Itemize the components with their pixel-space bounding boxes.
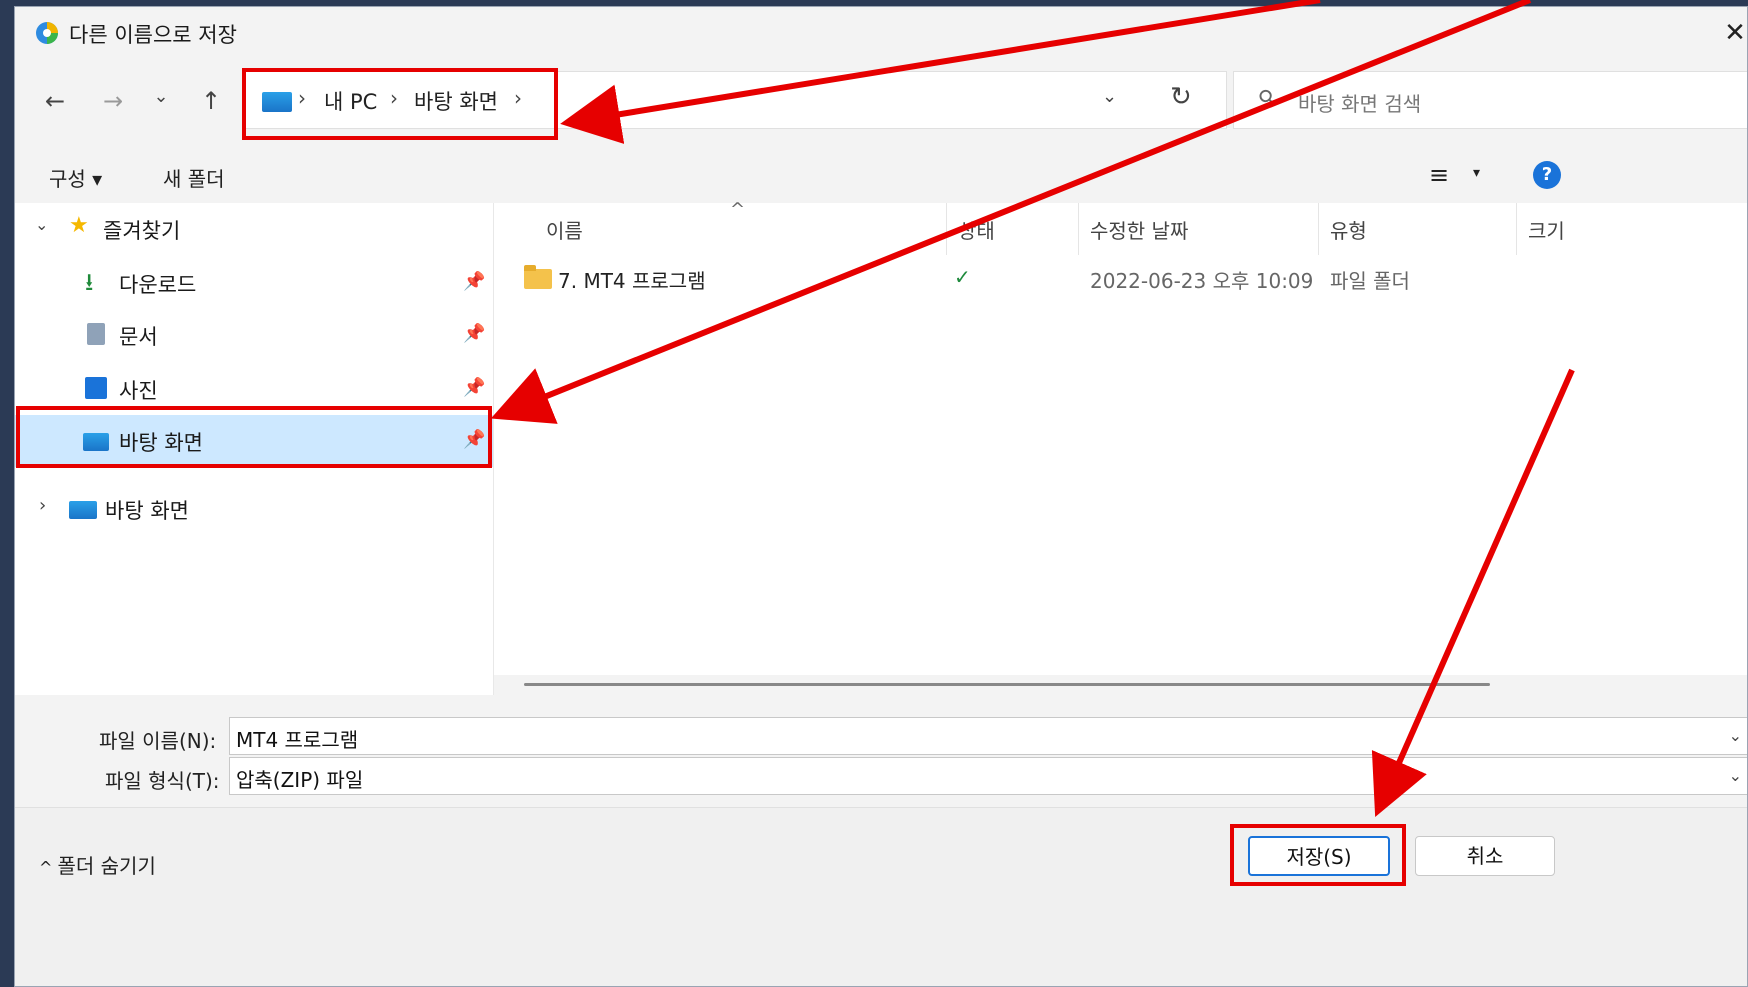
pin-icon[interactable]: 📌 xyxy=(463,429,485,450)
up-button[interactable]: ↑ xyxy=(193,81,229,121)
hide-folders-label: 폴더 숨기기 xyxy=(57,854,156,878)
folder-icon xyxy=(524,265,552,289)
picture-icon xyxy=(85,377,107,399)
search-input[interactable]: 바탕 화면 검색 xyxy=(1298,88,1421,117)
filename-label: 파일 이름(N): xyxy=(99,729,217,753)
tree-item-label: 사진 xyxy=(119,379,158,403)
file-modified: 2022-06-23 오후 10:09 xyxy=(1090,269,1314,293)
breadcrumb-separator: › xyxy=(514,86,522,110)
filename-input[interactable]: MT4 프로그램 ⌄ xyxy=(229,717,1747,755)
refresh-icon[interactable]: ↻ xyxy=(1170,82,1192,112)
file-form: 파일 이름(N): MT4 프로그램 ⌄ 파일 형식(T): 압축(ZIP) 파… xyxy=(15,697,1747,807)
view-options-icon[interactable]: ≡ xyxy=(1429,161,1449,189)
scrollbar-thumb[interactable] xyxy=(524,683,1490,686)
tree-item-label: 문서 xyxy=(119,325,158,349)
column-header-status[interactable]: 상태 xyxy=(958,215,995,244)
column-divider[interactable] xyxy=(1516,203,1517,255)
forward-button[interactable]: → xyxy=(95,81,131,121)
column-header-type[interactable]: 유형 xyxy=(1330,215,1367,244)
pin-icon[interactable]: 📌 xyxy=(463,271,485,292)
tree-item-favorites[interactable]: ⌄ ★ 즐겨찾기 xyxy=(15,203,493,255)
cancel-button[interactable]: 취소 xyxy=(1415,836,1555,876)
tree-item-label: 다운로드 xyxy=(119,273,197,297)
recent-locations-button[interactable]: ⌄ xyxy=(147,77,175,117)
breadcrumb-separator: › xyxy=(298,86,306,110)
app-icon xyxy=(36,22,58,44)
new-folder-button[interactable]: 새 폴더 xyxy=(163,163,225,192)
tree-item-label: 즐겨찾기 xyxy=(103,219,181,243)
tree-item-documents[interactable]: 문서 📌 xyxy=(15,309,493,361)
file-name[interactable]: 7. MT4 프로그램 xyxy=(558,265,706,294)
tree-item-desktop[interactable]: 바탕 화면 📌 xyxy=(15,415,493,467)
help-icon[interactable]: ? xyxy=(1533,161,1561,189)
search-box[interactable]: ⚲ 바탕 화면 검색 xyxy=(1233,71,1747,129)
column-header-size[interactable]: 크기 xyxy=(1528,215,1565,244)
filename-value[interactable]: MT4 프로그램 xyxy=(236,724,358,753)
back-button[interactable]: ← xyxy=(37,81,73,121)
tree-item-label: 바탕 화면 xyxy=(105,499,189,523)
breadcrumb-this-pc[interactable]: 내 PC xyxy=(324,86,377,116)
column-header-name[interactable]: 이름 xyxy=(546,215,583,244)
save-as-dialog: 다른 이름으로 저장 ✕ ← → ⌄ ↑ › 내 PC › 바탕 화면 › ⌄ … xyxy=(14,6,1748,987)
organize-menu[interactable]: 구성 ▾ xyxy=(49,163,102,192)
window-title: 다른 이름으로 저장 xyxy=(69,23,237,47)
filetype-value[interactable]: 압축(ZIP) 파일 xyxy=(236,764,363,793)
this-pc-icon xyxy=(262,92,292,112)
chevron-down-icon[interactable]: ⌄ xyxy=(35,215,48,234)
hide-folders-toggle[interactable]: ^ 폴더 숨기기 xyxy=(39,850,156,879)
search-icon: ⚲ xyxy=(1253,83,1283,114)
desktop-icon xyxy=(83,433,109,451)
chevron-down-icon[interactable]: ⌄ xyxy=(1729,726,1742,745)
command-bar: 구성 ▾ 새 폴더 ≡ ▾ ? xyxy=(15,155,1747,201)
breadcrumb-separator: › xyxy=(390,86,398,110)
star-icon: ★ xyxy=(69,213,89,238)
view-dropdown-icon[interactable]: ▾ xyxy=(1473,165,1480,181)
navigation-pane: ⌄ ★ 즐겨찾기 ⭳ 다운로드 📌 문서 📌 사진 📌 바탕 화면 📌 › 바탕 xyxy=(15,203,493,695)
breadcrumb-desktop[interactable]: 바탕 화면 xyxy=(414,86,498,116)
column-divider[interactable] xyxy=(1078,203,1079,255)
filetype-label: 파일 형식(T): xyxy=(105,769,220,793)
close-button[interactable]: ✕ xyxy=(1715,15,1747,51)
document-icon xyxy=(87,323,105,345)
save-button[interactable]: 저장(S) xyxy=(1248,836,1390,876)
column-divider[interactable] xyxy=(946,203,947,255)
sync-ok-icon: ✓ xyxy=(954,265,971,289)
pin-icon[interactable]: 📌 xyxy=(463,377,485,398)
tree-item-downloads[interactable]: ⭳ 다운로드 📌 xyxy=(15,257,493,309)
filetype-select[interactable]: 압축(ZIP) 파일 ⌄ xyxy=(229,757,1747,795)
pin-icon[interactable]: 📌 xyxy=(463,323,485,344)
tree-item-label: 바탕 화면 xyxy=(119,431,203,455)
chevron-up-icon: ^ xyxy=(39,858,58,877)
column-header-modified[interactable]: 수정한 날짜 xyxy=(1090,215,1188,244)
address-bar[interactable]: › 내 PC › 바탕 화면 › ⌄ ↻ xyxy=(243,71,1227,129)
chevron-right-icon[interactable]: › xyxy=(39,495,46,516)
desktop-icon xyxy=(69,501,97,519)
download-icon: ⭳ xyxy=(85,268,94,296)
column-divider[interactable] xyxy=(1318,203,1319,255)
dialog-footer: ^ 폴더 숨기기 저장(S) 취소 xyxy=(15,807,1747,986)
tree-item-desktop-root[interactable]: › 바탕 화면 xyxy=(15,483,493,535)
tree-item-pictures[interactable]: 사진 📌 xyxy=(15,363,493,415)
file-type: 파일 폴더 xyxy=(1330,269,1410,293)
title-bar: 다른 이름으로 저장 ✕ xyxy=(15,7,1747,57)
address-dropdown-icon[interactable]: ⌄ xyxy=(1102,86,1117,107)
sort-ascending-icon: ^ xyxy=(730,199,746,220)
chevron-down-icon[interactable]: ⌄ xyxy=(1729,766,1742,785)
file-list: ^ 이름 상태 수정한 날짜 유형 크기 7. MT4 프로그램 ✓ 2022-… xyxy=(493,199,1747,695)
